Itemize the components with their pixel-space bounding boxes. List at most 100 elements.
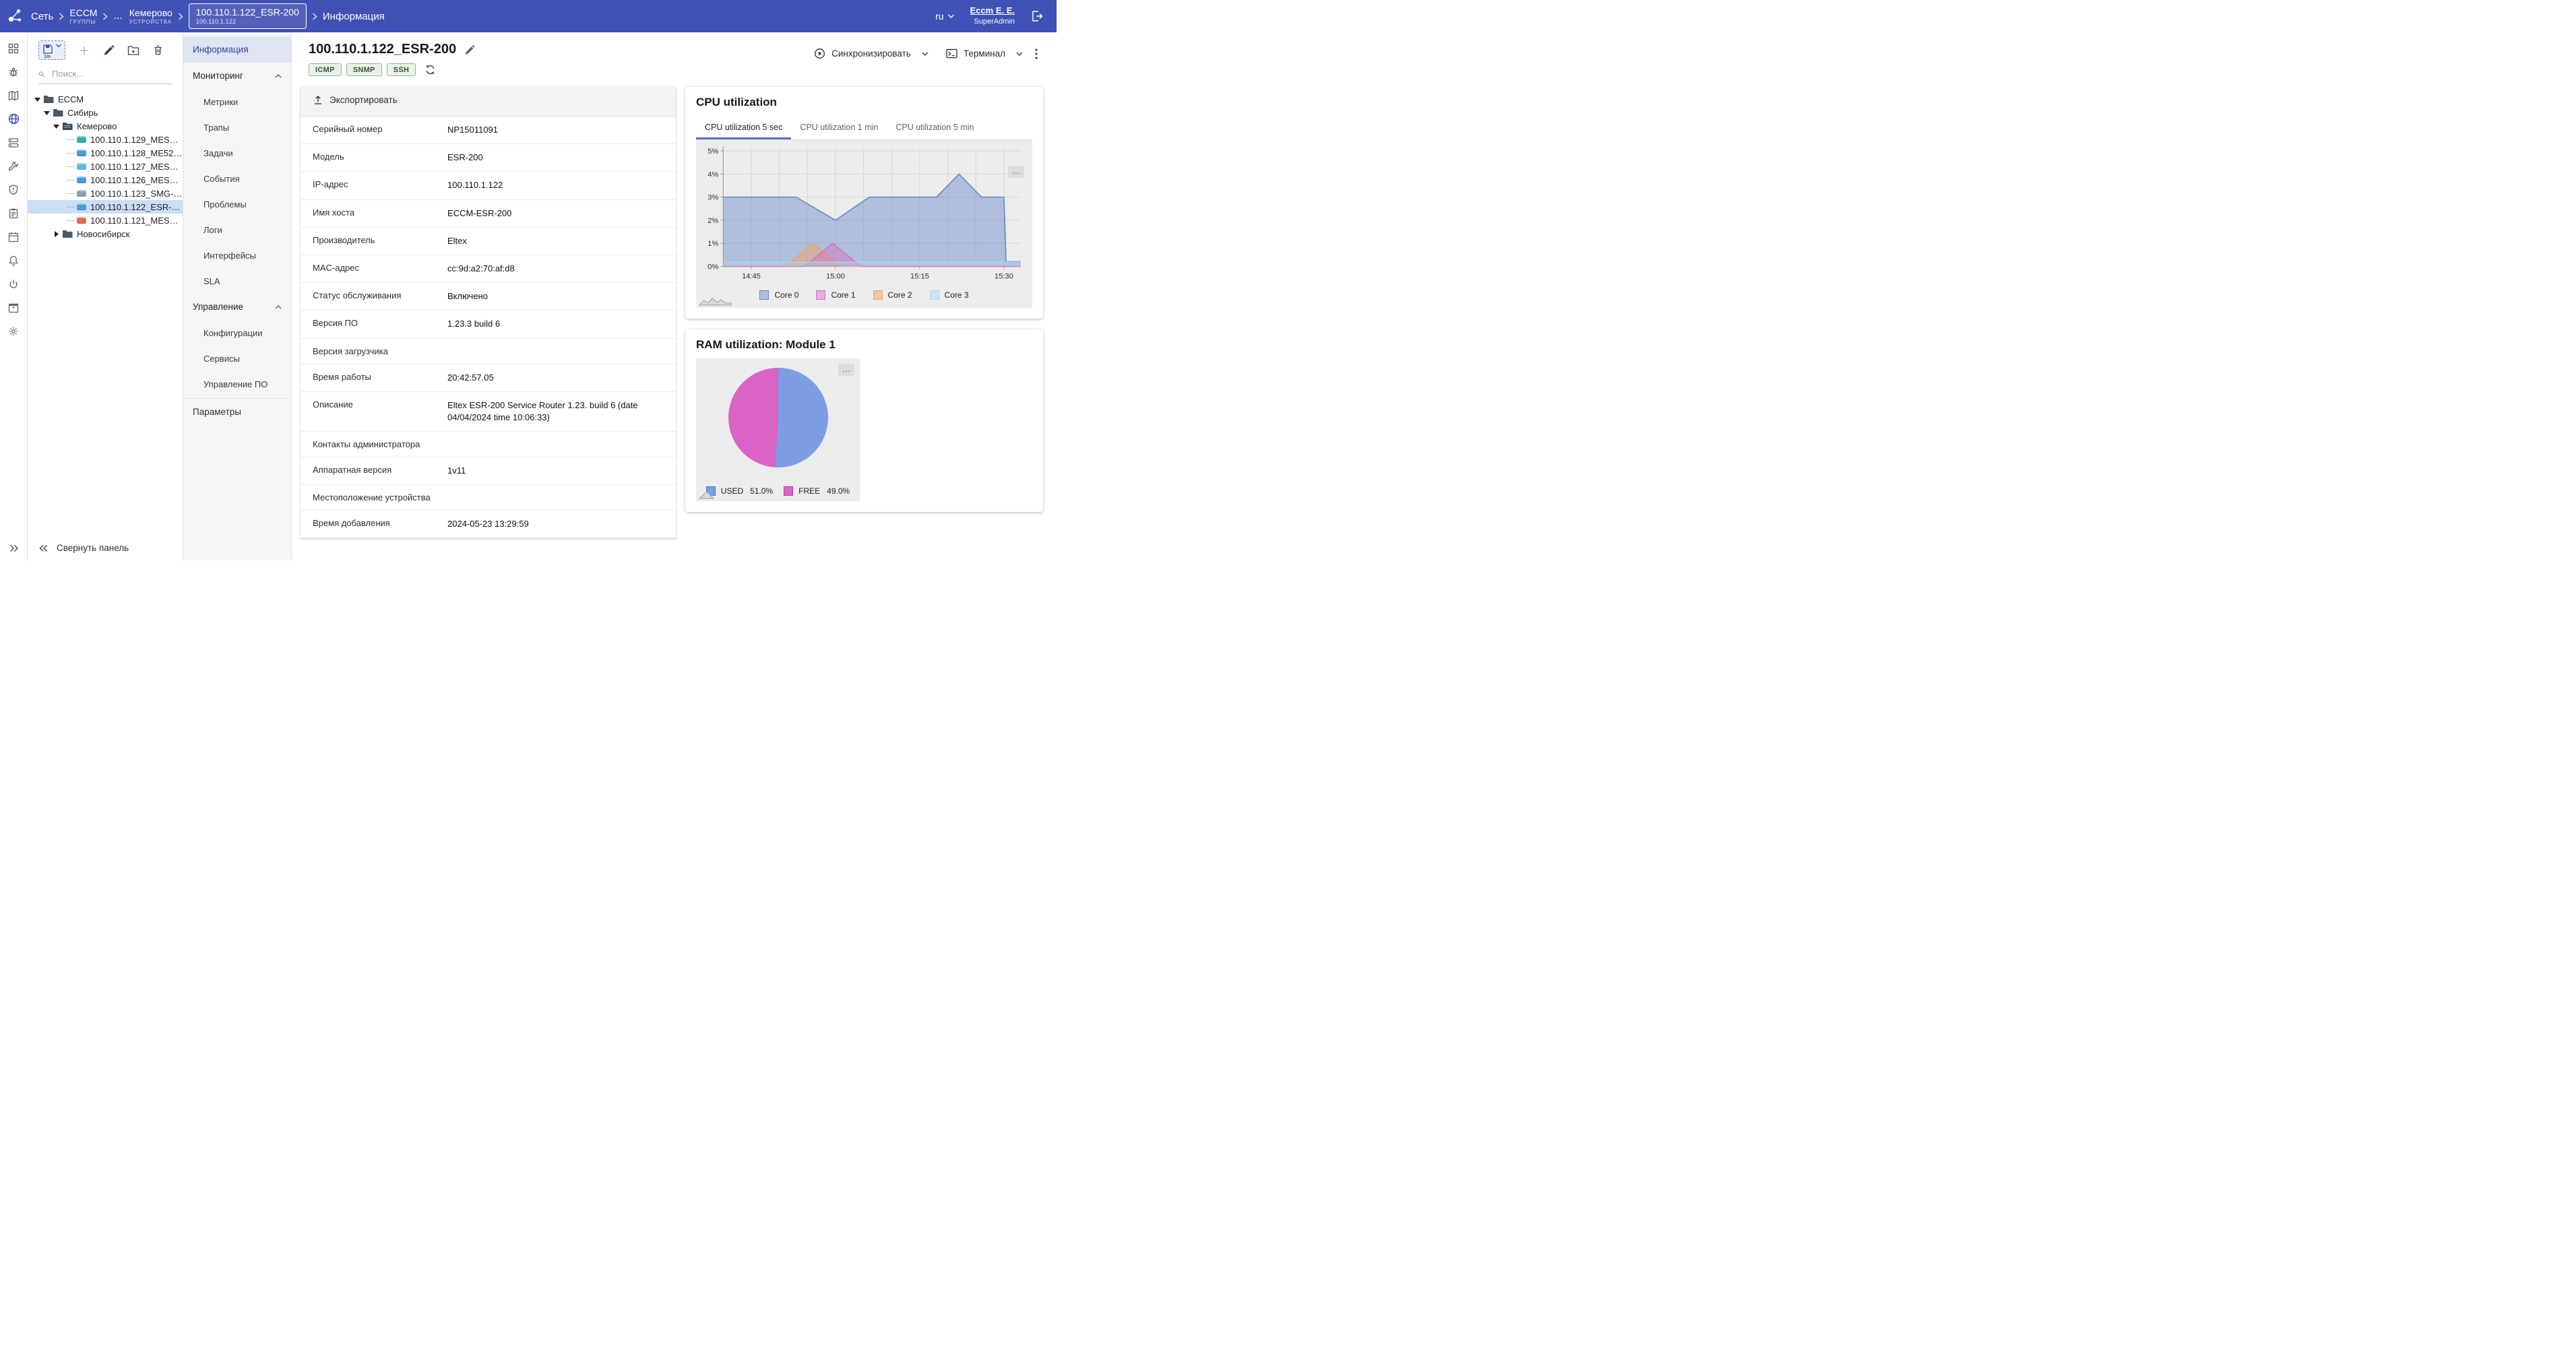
expander-icon[interactable]	[42, 110, 51, 116]
menu-management[interactable]: Управление	[183, 294, 291, 320]
menu-events[interactable]: События	[183, 166, 291, 191]
tree-folder-sibir[interactable]: Сибирь	[28, 106, 183, 119]
network-globe-icon[interactable]	[2, 108, 25, 129]
menu-sla[interactable]: SLA	[183, 268, 291, 294]
tree-toolbar: 1m	[28, 32, 183, 65]
menu-tasks[interactable]: Задачи	[183, 140, 291, 166]
settings-gear-icon[interactable]	[2, 321, 25, 342]
app-logo[interactable]	[0, 7, 30, 25]
terminal-menu-button[interactable]	[1012, 47, 1027, 61]
menu-services[interactable]: Сервисы	[183, 346, 291, 371]
add-group-button[interactable]	[127, 44, 139, 57]
menu-monitoring[interactable]: Мониторинг	[183, 63, 291, 89]
expander-icon[interactable]	[52, 123, 60, 129]
edit-title-button[interactable]	[464, 44, 475, 55]
info-row: Время добавления2024-05-23 13:29:59	[301, 511, 676, 538]
shield-alert-icon[interactable]	[2, 179, 25, 200]
breadcrumb-network[interactable]: Сеть	[31, 11, 53, 22]
svg-text:5%: 5%	[708, 148, 718, 156]
add-device-button[interactable]	[78, 44, 90, 57]
tree-folder-eccm[interactable]: ЕССМ	[28, 92, 183, 106]
tree-connector	[67, 220, 74, 221]
language-selector[interactable]: ru	[935, 11, 953, 22]
menu-parameters[interactable]: Параметры	[183, 398, 291, 424]
edit-node-button[interactable]	[103, 44, 115, 56]
logout-button[interactable]	[1024, 9, 1050, 23]
breadcrumb-page[interactable]: Информация	[323, 11, 385, 22]
collapse-panel-button[interactable]: Свернуть панель	[28, 535, 183, 560]
info-row: MAC-адресcc:9d:a2:70:af:d8	[301, 255, 676, 283]
refresh-status-button[interactable]	[425, 64, 436, 75]
ram-chart-navigator[interactable]	[699, 489, 722, 500]
ram-chart-menu-button[interactable]: …	[838, 364, 854, 376]
svg-text:3%: 3%	[708, 194, 718, 202]
tab-cpu-1min[interactable]: CPU utilization 1 min	[791, 116, 887, 139]
menu-traps[interactable]: Трапы	[183, 115, 291, 140]
kebab-menu-icon	[1035, 48, 1038, 59]
tree-folder-novosibirsk[interactable]: Новосибирск	[28, 227, 183, 240]
expander-icon[interactable]	[52, 231, 60, 237]
cpu-chart-menu-button[interactable]: …	[1008, 166, 1024, 178]
tree-device-item[interactable]: 100.110.1.121_MES2124...	[28, 214, 183, 227]
tree-folder-kemerovo[interactable]: Кемерово	[28, 119, 183, 133]
archive-box-icon[interactable]	[2, 297, 25, 318]
dashboard-icon[interactable]	[2, 38, 25, 59]
ram-card-title: RAM utilization: Module 1	[696, 338, 1032, 352]
breadcrumb-collapsed[interactable]: ...	[113, 10, 122, 22]
tree-device-item[interactable]: 100.110.1.129_MES2424...	[28, 133, 183, 146]
tree-device-item-selected[interactable]: 100.110.1.122_ESR-200	[28, 200, 183, 214]
map-icon[interactable]	[2, 85, 25, 106]
info-row: ОписаниеEltex ESR-200 Service Router 1.2…	[301, 392, 676, 432]
folder-icon	[43, 94, 54, 104]
menu-configurations[interactable]: Конфигурации	[183, 320, 291, 346]
menu-interfaces[interactable]: Интерфейсы	[183, 242, 291, 268]
tools-wrench-icon[interactable]	[2, 156, 25, 176]
menu-metrics[interactable]: Метрики	[183, 89, 291, 115]
breadcrumb-arrow-icon	[59, 13, 64, 20]
servers-icon[interactable]	[2, 132, 25, 153]
export-button[interactable]: Экспортировать	[313, 94, 398, 105]
menu-problems[interactable]: Проблемы	[183, 191, 291, 217]
synchronize-button[interactable]: Синхронизировать	[807, 43, 918, 64]
expand-rail-button[interactable]	[9, 544, 19, 552]
breadcrumb-city-group[interactable]: Кемерово УСТРОЙСТВА	[129, 7, 172, 25]
chart-navigator[interactable]	[699, 294, 732, 306]
breadcrumb-group[interactable]: ЕССМ ГРУППЫ	[69, 7, 97, 25]
tree-device-item[interactable]: 100.110.1.126_MES2428 ...	[28, 173, 183, 187]
autosave-interval-button[interactable]: 1m	[38, 40, 65, 60]
device-icon	[77, 176, 86, 183]
info-row: ПроизводительEltex	[301, 228, 676, 255]
delete-node-button[interactable]	[152, 44, 164, 56]
user-menu[interactable]: Eccm E. E. SuperAdmin	[970, 5, 1015, 26]
tab-cpu-5min[interactable]: CPU utilization 5 min	[887, 116, 982, 139]
info-row: Серийный номерNP15011091	[301, 117, 676, 144]
pencil-icon	[103, 44, 115, 56]
tab-cpu-5sec[interactable]: CPU utilization 5 sec	[696, 116, 791, 139]
tasks-clipboard-icon[interactable]	[2, 203, 25, 224]
svg-text:4%: 4%	[708, 170, 718, 178]
notifications-bell-icon[interactable]	[2, 250, 25, 271]
breadcrumb-current-device[interactable]: 100.110.1.122_ESR-200 100.110.1.122	[189, 3, 307, 28]
cpu-legend: Core 0 Core 1 Core 2 Core 3	[700, 285, 1028, 308]
power-icon[interactable]	[2, 273, 25, 294]
tree-connector	[67, 166, 74, 167]
cpu-utilization-card: CPU utilization CPU utilization 5 sec CP…	[685, 87, 1043, 319]
menu-logs[interactable]: Логи	[183, 217, 291, 242]
tree-device-item[interactable]: 100.110.1.128_ME5200	[28, 146, 183, 160]
svg-text:15:00: 15:00	[826, 273, 845, 281]
tree-search-input[interactable]	[51, 68, 172, 79]
menu-firmware[interactable]: Управление ПО	[183, 371, 291, 397]
expander-icon[interactable]	[33, 96, 41, 102]
tree-device-item[interactable]: 100.110.1.123_SMG-1016...	[28, 187, 183, 200]
synchronize-menu-button[interactable]	[918, 47, 933, 61]
tree-connector	[67, 139, 74, 140]
device-info-card: Экспортировать Серийный номерNP15011091 …	[301, 87, 676, 538]
chevron-down-icon	[948, 14, 954, 18]
cpu-card-title: CPU utilization	[696, 96, 1032, 109]
menu-information[interactable]: Информация	[183, 36, 291, 63]
tree-device-item[interactable]: 100.110.1.127_MES5316A	[28, 160, 183, 173]
calendar-icon[interactable]	[2, 226, 25, 247]
bug-icon[interactable]	[2, 61, 25, 82]
more-actions-button[interactable]	[1031, 44, 1042, 64]
terminal-button[interactable]: Терминал	[939, 44, 1012, 63]
